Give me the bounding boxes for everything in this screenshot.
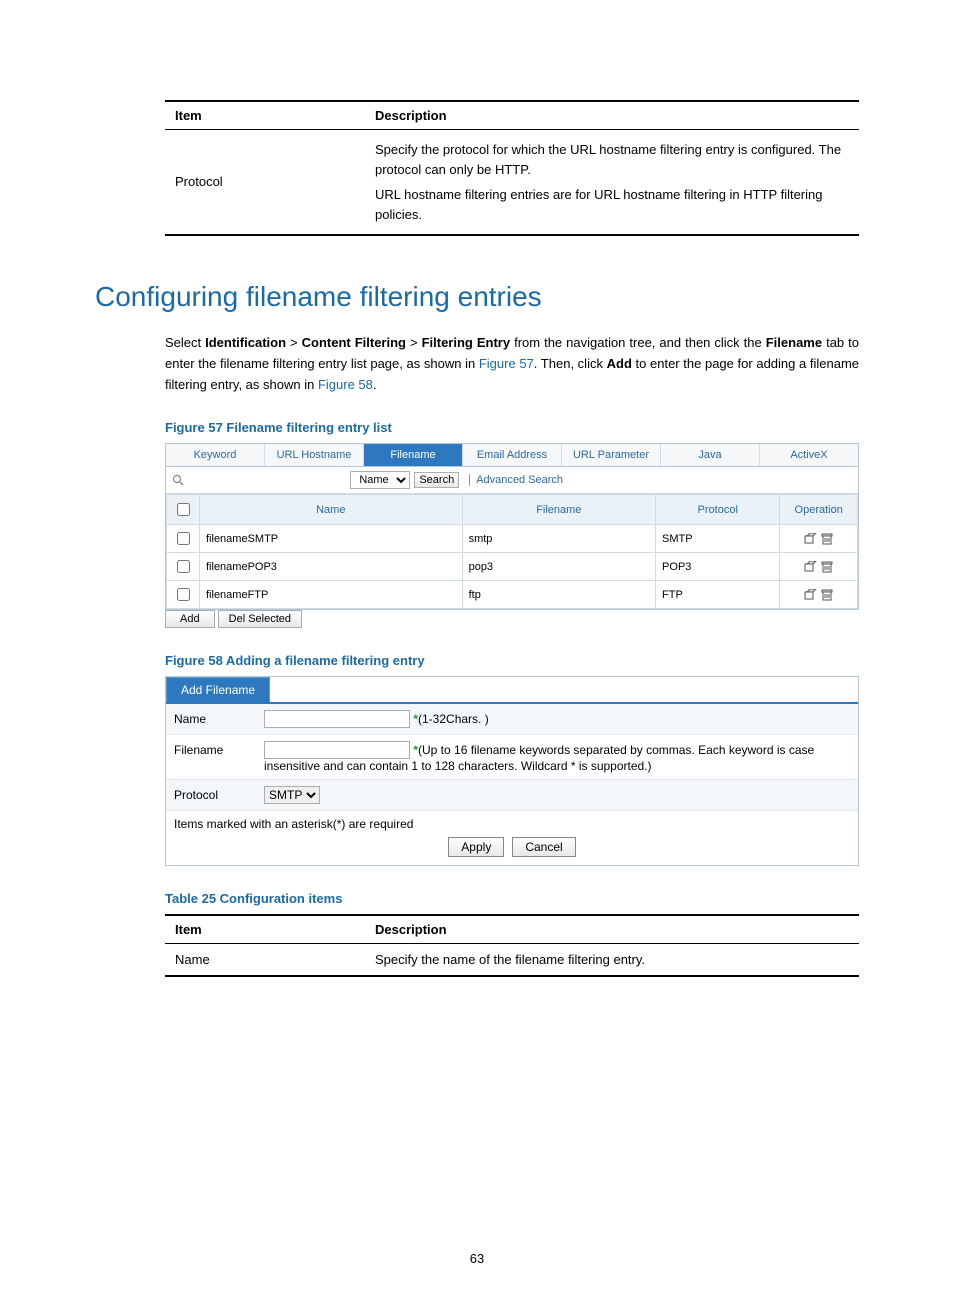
figure-58: Add Filename Name *(1-32Chars. ) Filenam… <box>165 676 859 866</box>
f57-searchbar: Name Search Advanced Search <box>166 467 858 494</box>
th-operation: Operation <box>780 495 858 525</box>
desc-line1: Specify the protocol for which the URL h… <box>375 140 849 179</box>
edit-icon[interactable] <box>804 589 818 601</box>
f57-results-table: Name Filename Protocol Operation filenam… <box>166 494 858 609</box>
td-desc: Specify the protocol for which the URL h… <box>365 130 859 236</box>
cell-name: filenameFTP <box>200 581 463 609</box>
cell-protocol: POP3 <box>656 553 780 581</box>
cell-filename: ftp <box>462 581 655 609</box>
th-filename: Filename <box>462 495 655 525</box>
name-label: Name <box>174 710 264 726</box>
delete-icon[interactable] <box>821 533 833 545</box>
table-row: filenameFTP ftp FTP <box>167 581 858 609</box>
cell-name: filenamePOP3 <box>200 553 463 581</box>
name-hint: (1-32Chars. ) <box>418 712 489 726</box>
cell-protocol: SMTP <box>656 525 780 553</box>
filename-input[interactable] <box>264 741 410 759</box>
protocol-label: Protocol <box>174 786 264 802</box>
t25-td-item: Name <box>165 944 365 977</box>
delete-icon[interactable] <box>821 561 833 573</box>
f57-tabs: Keyword URL Hostname Filename Email Addr… <box>166 444 858 467</box>
add-button[interactable]: Add <box>165 610 215 628</box>
tab-email-address[interactable]: Email Address <box>463 444 562 466</box>
add-filename-tab: Add Filename <box>166 677 270 702</box>
th-select-all[interactable] <box>167 495 200 525</box>
table-row: filenamePOP3 pop3 POP3 <box>167 553 858 581</box>
tab-java[interactable]: Java <box>661 444 760 466</box>
apply-button[interactable]: Apply <box>448 837 504 857</box>
row-checkbox[interactable] <box>177 560 190 573</box>
cell-filename: pop3 <box>462 553 655 581</box>
section-heading: Configuring filename filtering entries <box>95 281 859 313</box>
figure-58-caption: Figure 58 Adding a filename filtering en… <box>165 653 859 668</box>
tab-url-parameter[interactable]: URL Parameter <box>562 444 661 466</box>
tab-url-hostname[interactable]: URL Hostname <box>265 444 364 466</box>
cell-filename: smtp <box>462 525 655 553</box>
page-number: 63 <box>0 1251 954 1266</box>
search-button[interactable]: Search <box>414 472 459 488</box>
figure-57: Keyword URL Hostname Filename Email Addr… <box>165 443 859 610</box>
search-icon <box>172 474 184 486</box>
figure-58-link[interactable]: Figure 58 <box>318 377 373 392</box>
intro-paragraph: Select Identification > Content Filterin… <box>165 333 859 395</box>
cancel-button[interactable]: Cancel <box>512 837 575 857</box>
th-name: Name <box>200 495 463 525</box>
edit-icon[interactable] <box>804 561 818 573</box>
cell-name: filenameSMTP <box>200 525 463 553</box>
row-checkbox[interactable] <box>177 588 190 601</box>
table-row: filenameSMTP smtp SMTP <box>167 525 858 553</box>
del-selected-button[interactable]: Del Selected <box>218 610 302 628</box>
tab-filename[interactable]: Filename <box>364 444 463 466</box>
search-field-select[interactable]: Name <box>350 471 410 489</box>
th-protocol: Protocol <box>656 495 780 525</box>
tab-activex[interactable]: ActiveX <box>760 444 858 466</box>
delete-icon[interactable] <box>821 589 833 601</box>
th-item: Item <box>165 101 365 130</box>
table-25: Item Description Name Specify the name o… <box>165 914 859 977</box>
figure-57-link[interactable]: Figure 57 <box>479 356 534 371</box>
required-note: Items marked with an asterisk(*) are req… <box>174 817 850 831</box>
table-25-caption: Table 25 Configuration items <box>165 891 859 906</box>
advanced-search-link[interactable]: Advanced Search <box>469 474 563 486</box>
td-item: Protocol <box>165 130 365 236</box>
protocol-select[interactable]: SMTP <box>264 786 320 804</box>
filename-label: Filename <box>174 741 264 757</box>
th-desc: Description <box>365 101 859 130</box>
t25-th-desc: Description <box>365 915 859 944</box>
select-all-checkbox[interactable] <box>177 503 190 516</box>
t25-th-item: Item <box>165 915 365 944</box>
protocol-table: Item Description Protocol Specify the pr… <box>165 100 859 236</box>
cell-protocol: FTP <box>656 581 780 609</box>
name-input[interactable] <box>264 710 410 728</box>
desc-line2: URL hostname filtering entries are for U… <box>375 185 849 224</box>
figure-57-caption: Figure 57 Filename filtering entry list <box>165 420 859 435</box>
tab-keyword[interactable]: Keyword <box>166 444 265 466</box>
edit-icon[interactable] <box>804 533 818 545</box>
t25-td-desc: Specify the name of the filename filteri… <box>365 944 859 977</box>
row-checkbox[interactable] <box>177 532 190 545</box>
